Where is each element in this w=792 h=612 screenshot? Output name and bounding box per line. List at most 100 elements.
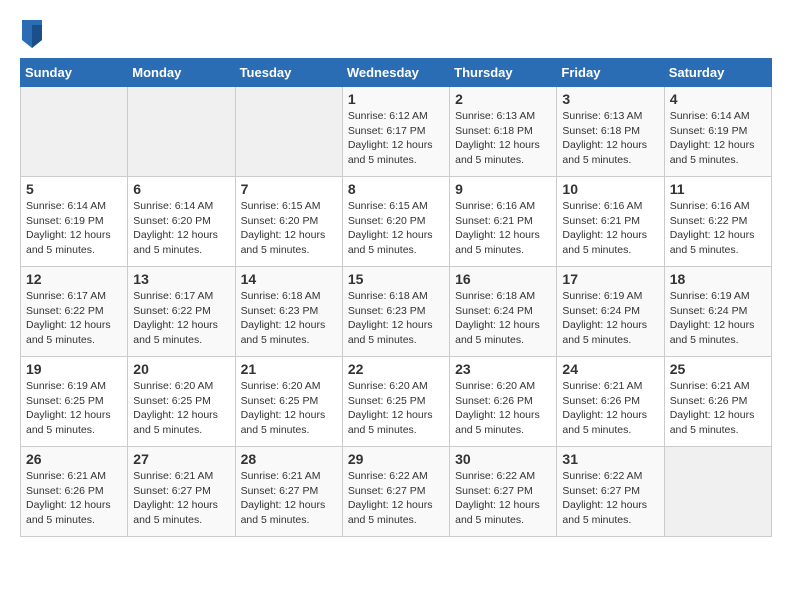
page-header xyxy=(20,20,772,48)
calendar-cell: 12 Sunrise: 6:17 AMSunset: 6:22 PMDayligh… xyxy=(21,267,128,357)
day-number: 2 xyxy=(455,91,551,107)
calendar-cell xyxy=(21,87,128,177)
day-number: 29 xyxy=(348,451,444,467)
day-info: Sunrise: 6:18 AMSunset: 6:24 PMDaylight:… xyxy=(455,289,551,348)
day-number: 19 xyxy=(26,361,122,377)
day-info: Sunrise: 6:21 AMSunset: 6:27 PMDaylight:… xyxy=(133,469,229,528)
calendar-cell: 27 Sunrise: 6:21 AMSunset: 6:27 PMDayligh… xyxy=(128,447,235,537)
day-number: 5 xyxy=(26,181,122,197)
day-number: 10 xyxy=(562,181,658,197)
day-number: 25 xyxy=(670,361,766,377)
day-number: 13 xyxy=(133,271,229,287)
calendar-cell: 11 Sunrise: 6:16 AMSunset: 6:22 PMDayligh… xyxy=(664,177,771,267)
day-info: Sunrise: 6:19 AMSunset: 6:25 PMDaylight:… xyxy=(26,379,122,438)
calendar-cell: 30 Sunrise: 6:22 AMSunset: 6:27 PMDayligh… xyxy=(450,447,557,537)
day-number: 17 xyxy=(562,271,658,287)
day-number: 8 xyxy=(348,181,444,197)
day-number: 12 xyxy=(26,271,122,287)
calendar-cell xyxy=(128,87,235,177)
calendar-week-row: 1 Sunrise: 6:12 AMSunset: 6:17 PMDaylight… xyxy=(21,87,772,177)
day-info: Sunrise: 6:14 AMSunset: 6:20 PMDaylight:… xyxy=(133,199,229,258)
day-info: Sunrise: 6:17 AMSunset: 6:22 PMDaylight:… xyxy=(133,289,229,348)
day-info: Sunrise: 6:20 AMSunset: 6:26 PMDaylight:… xyxy=(455,379,551,438)
day-number: 11 xyxy=(670,181,766,197)
calendar-cell: 16Sunrise: 6:18 AMSunset: 6:24 PMDayligh… xyxy=(450,267,557,357)
calendar-cell xyxy=(235,87,342,177)
calendar-cell: 2 Sunrise: 6:13 AMSunset: 6:18 PMDaylight… xyxy=(450,87,557,177)
day-info: Sunrise: 6:21 AMSunset: 6:27 PMDaylight:… xyxy=(241,469,337,528)
day-number: 1 xyxy=(348,91,444,107)
weekday-header: Thursday xyxy=(450,59,557,87)
calendar-cell: 21 Sunrise: 6:20 AMSunset: 6:25 PMDayligh… xyxy=(235,357,342,447)
day-info: Sunrise: 6:16 AMSunset: 6:21 PMDaylight:… xyxy=(562,199,658,258)
day-number: 15 xyxy=(348,271,444,287)
day-number: 14 xyxy=(241,271,337,287)
day-info: Sunrise: 6:19 AMSunset: 6:24 PMDaylight:… xyxy=(562,289,658,348)
day-number: 6 xyxy=(133,181,229,197)
day-info: Sunrise: 6:21 AMSunset: 6:26 PMDaylight:… xyxy=(26,469,122,528)
calendar-cell: 13 Sunrise: 6:17 AMSunset: 6:22 PMDayligh… xyxy=(128,267,235,357)
calendar-week-row: 26 Sunrise: 6:21 AMSunset: 6:26 PMDayligh… xyxy=(21,447,772,537)
calendar-cell: 20Sunrise: 6:20 AMSunset: 6:25 PMDayligh… xyxy=(128,357,235,447)
day-info: Sunrise: 6:22 AMSunset: 6:27 PMDaylight:… xyxy=(562,469,658,528)
calendar-cell: 25 Sunrise: 6:21 AMSunset: 6:26 PMDayligh… xyxy=(664,357,771,447)
day-info: Sunrise: 6:20 AMSunset: 6:25 PMDaylight:… xyxy=(241,379,337,438)
day-info: Sunrise: 6:13 AMSunset: 6:18 PMDaylight:… xyxy=(455,109,551,168)
calendar-cell: 29Sunrise: 6:22 AMSunset: 6:27 PMDayligh… xyxy=(342,447,449,537)
calendar-cell: 7 Sunrise: 6:15 AMSunset: 6:20 PMDaylight… xyxy=(235,177,342,267)
weekday-header: Tuesday xyxy=(235,59,342,87)
day-number: 24 xyxy=(562,361,658,377)
day-number: 23 xyxy=(455,361,551,377)
day-number: 3 xyxy=(562,91,658,107)
calendar-cell: 28 Sunrise: 6:21 AMSunset: 6:27 PMDayligh… xyxy=(235,447,342,537)
day-info: Sunrise: 6:17 AMSunset: 6:22 PMDaylight:… xyxy=(26,289,122,348)
calendar-week-row: 5 Sunrise: 6:14 AMSunset: 6:19 PMDaylight… xyxy=(21,177,772,267)
calendar-week-row: 19 Sunrise: 6:19 AMSunset: 6:25 PMDayligh… xyxy=(21,357,772,447)
calendar-cell: 6 Sunrise: 6:14 AMSunset: 6:20 PMDaylight… xyxy=(128,177,235,267)
calendar-cell: 5 Sunrise: 6:14 AMSunset: 6:19 PMDaylight… xyxy=(21,177,128,267)
day-info: Sunrise: 6:21 AMSunset: 6:26 PMDaylight:… xyxy=(562,379,658,438)
day-info: Sunrise: 6:16 AMSunset: 6:21 PMDaylight:… xyxy=(455,199,551,258)
day-info: Sunrise: 6:20 AMSunset: 6:25 PMDaylight:… xyxy=(348,379,444,438)
weekday-header: Sunday xyxy=(21,59,128,87)
calendar-cell: 26 Sunrise: 6:21 AMSunset: 6:26 PMDayligh… xyxy=(21,447,128,537)
day-info: Sunrise: 6:12 AMSunset: 6:17 PMDaylight:… xyxy=(348,109,444,168)
day-info: Sunrise: 6:18 AMSunset: 6:23 PMDaylight:… xyxy=(348,289,444,348)
weekday-header: Saturday xyxy=(664,59,771,87)
calendar-cell: 10 Sunrise: 6:16 AMSunset: 6:21 PMDayligh… xyxy=(557,177,664,267)
day-number: 21 xyxy=(241,361,337,377)
day-info: Sunrise: 6:13 AMSunset: 6:18 PMDaylight:… xyxy=(562,109,658,168)
calendar-cell: 1 Sunrise: 6:12 AMSunset: 6:17 PMDaylight… xyxy=(342,87,449,177)
day-info: Sunrise: 6:21 AMSunset: 6:26 PMDaylight:… xyxy=(670,379,766,438)
day-number: 4 xyxy=(670,91,766,107)
calendar-cell: 19 Sunrise: 6:19 AMSunset: 6:25 PMDayligh… xyxy=(21,357,128,447)
calendar-cell: 9 Sunrise: 6:16 AMSunset: 6:21 PMDaylight… xyxy=(450,177,557,267)
calendar-cell: 31Sunrise: 6:22 AMSunset: 6:27 PMDayligh… xyxy=(557,447,664,537)
calendar-header-row: SundayMondayTuesdayWednesdayThursdayFrid… xyxy=(21,59,772,87)
calendar-cell: 24 Sunrise: 6:21 AMSunset: 6:26 PMDayligh… xyxy=(557,357,664,447)
day-number: 30 xyxy=(455,451,551,467)
weekday-header: Wednesday xyxy=(342,59,449,87)
day-number: 27 xyxy=(133,451,229,467)
day-info: Sunrise: 6:14 AMSunset: 6:19 PMDaylight:… xyxy=(26,199,122,258)
calendar-cell: 8 Sunrise: 6:15 AMSunset: 6:20 PMDaylight… xyxy=(342,177,449,267)
day-info: Sunrise: 6:15 AMSunset: 6:20 PMDaylight:… xyxy=(348,199,444,258)
day-info: Sunrise: 6:22 AMSunset: 6:27 PMDaylight:… xyxy=(455,469,551,528)
day-number: 28 xyxy=(241,451,337,467)
calendar-cell: 14 Sunrise: 6:18 AMSunset: 6:23 PMDayligh… xyxy=(235,267,342,357)
day-info: Sunrise: 6:15 AMSunset: 6:20 PMDaylight:… xyxy=(241,199,337,258)
day-number: 26 xyxy=(26,451,122,467)
weekday-header: Monday xyxy=(128,59,235,87)
logo-icon xyxy=(22,20,42,48)
calendar-cell: 3 Sunrise: 6:13 AMSunset: 6:18 PMDaylight… xyxy=(557,87,664,177)
day-number: 9 xyxy=(455,181,551,197)
logo xyxy=(20,20,44,48)
day-number: 7 xyxy=(241,181,337,197)
day-info: Sunrise: 6:16 AMSunset: 6:22 PMDaylight:… xyxy=(670,199,766,258)
day-info: Sunrise: 6:14 AMSunset: 6:19 PMDaylight:… xyxy=(670,109,766,168)
calendar-week-row: 12 Sunrise: 6:17 AMSunset: 6:22 PMDayligh… xyxy=(21,267,772,357)
day-number: 18 xyxy=(670,271,766,287)
day-info: Sunrise: 6:19 AMSunset: 6:24 PMDaylight:… xyxy=(670,289,766,348)
day-info: Sunrise: 6:18 AMSunset: 6:23 PMDaylight:… xyxy=(241,289,337,348)
calendar-cell: 15 Sunrise: 6:18 AMSunset: 6:23 PMDayligh… xyxy=(342,267,449,357)
